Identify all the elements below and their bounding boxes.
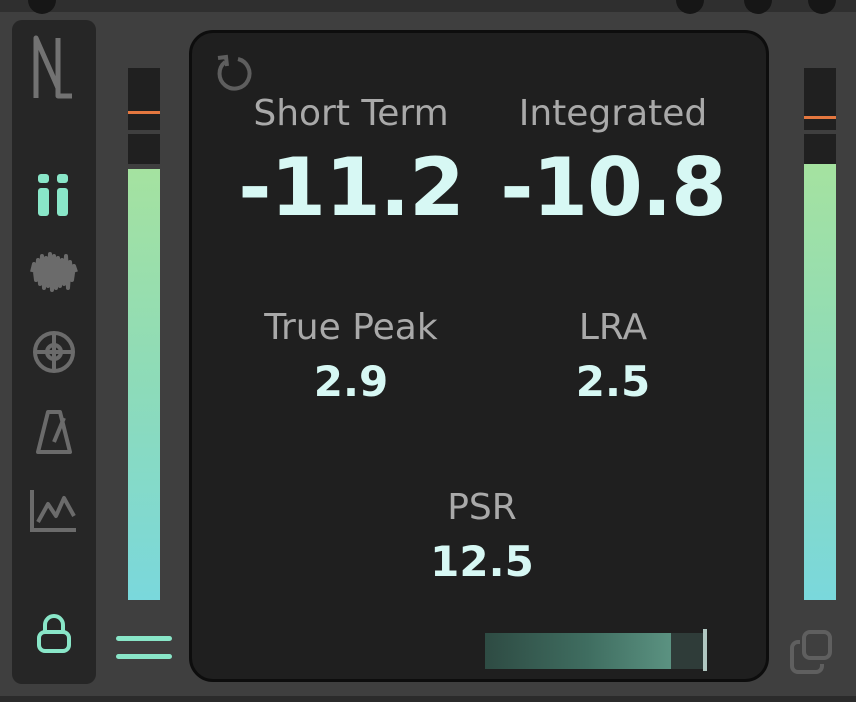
target-icon [33, 331, 75, 373]
bottom-strip [0, 696, 856, 702]
sidebar-item-meter-view[interactable] [12, 164, 96, 224]
peak-marker [128, 111, 160, 114]
sidebar [12, 20, 96, 684]
top-strip [0, 0, 856, 12]
sidebar-item-target[interactable] [12, 322, 96, 382]
meter-fill [128, 169, 160, 600]
peak-marker [804, 116, 836, 119]
short-term-label: Short Term [253, 93, 449, 134]
metronome-icon [36, 410, 72, 454]
range-slider[interactable] [485, 629, 713, 671]
slider-fill [485, 633, 671, 669]
true-peak-label: True Peak [264, 307, 438, 348]
psr-label: PSR [447, 487, 517, 528]
loudness-panel: Short Term Integrated -11.2 -10.8 True P… [189, 30, 769, 682]
lra-value: 2.5 [575, 357, 651, 406]
sidebar-item-graph[interactable] [12, 480, 96, 540]
integrated-value: -10.8 [500, 141, 727, 234]
hamburger-icon [116, 636, 172, 641]
lra-label: LRA [578, 307, 648, 348]
lock-button[interactable] [12, 604, 96, 664]
left-level-meter [128, 68, 160, 600]
meter-segment [128, 68, 160, 130]
meter-fill [804, 164, 836, 600]
logo-icon [33, 35, 72, 99]
graph-icon [30, 490, 76, 532]
sidebar-item-waveform[interactable] [12, 242, 96, 302]
waveform-icon [30, 252, 78, 292]
reset-button[interactable] [214, 53, 254, 93]
copy-button[interactable] [788, 628, 836, 676]
logo-button[interactable] [12, 35, 96, 99]
hamburger-icon [116, 654, 172, 659]
meter-segment [128, 134, 160, 164]
meter-segment [804, 134, 836, 164]
meter-segment [804, 68, 836, 130]
right-level-meter [804, 68, 836, 600]
sidebar-item-metronome[interactable] [12, 402, 96, 462]
menu-button[interactable] [116, 632, 174, 666]
copy-icon [790, 630, 832, 674]
short-term-value: -11.2 [238, 141, 465, 234]
meter-view-icon [38, 174, 68, 216]
lock-icon [37, 614, 71, 653]
integrated-label: Integrated [518, 93, 708, 134]
reset-icon [217, 54, 252, 91]
psr-value: 12.5 [430, 537, 534, 586]
slider-thumb[interactable] [703, 629, 707, 671]
true-peak-value: 2.9 [313, 357, 389, 406]
